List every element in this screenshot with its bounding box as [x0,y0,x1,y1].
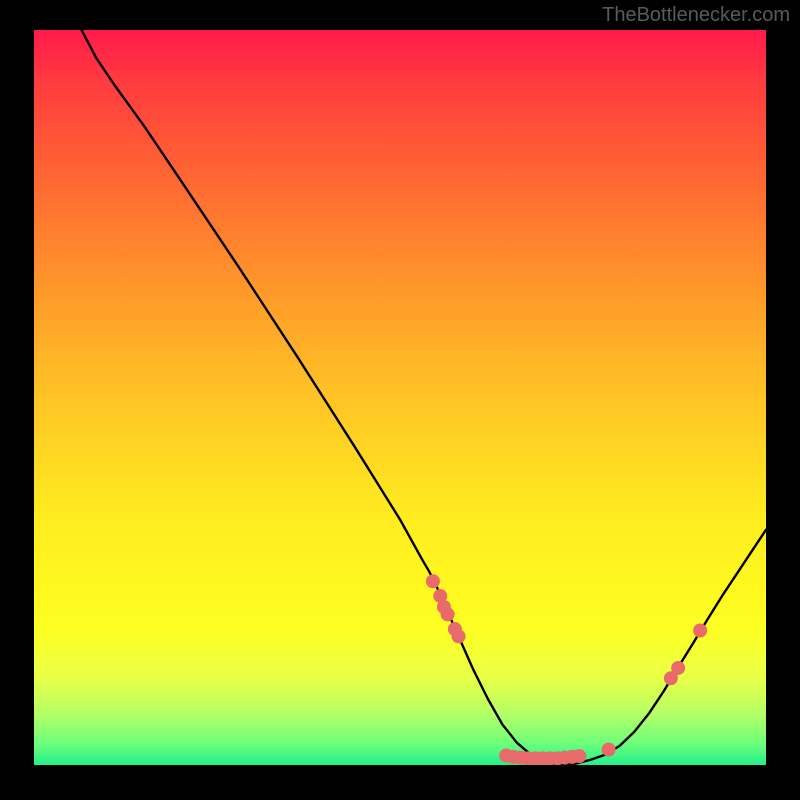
data-point [572,749,586,763]
data-point [671,661,685,675]
data-point [441,607,455,621]
bottleneck-curve [82,30,766,765]
data-point [452,629,466,643]
data-point [426,574,440,588]
chart-plot-area [34,30,766,765]
watermark-text: TheBottlenecker.com [602,4,790,27]
data-point [693,624,707,638]
chart-svg [34,30,766,765]
data-point [602,743,616,757]
